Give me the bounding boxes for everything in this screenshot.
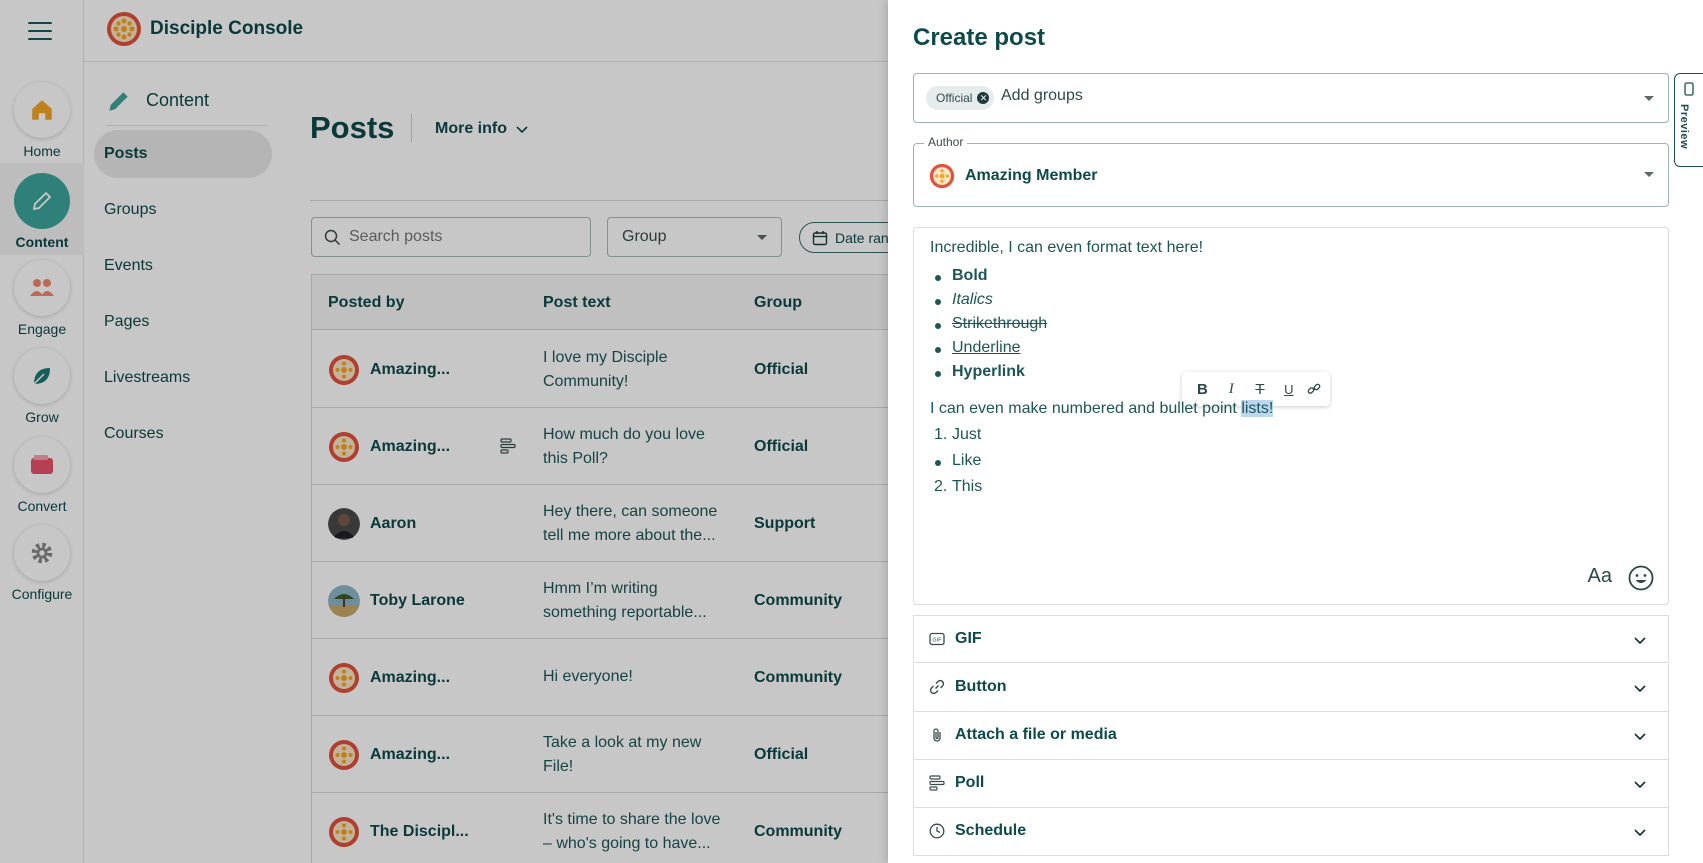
gif-section[interactable]: GIF GIF	[913, 615, 1669, 663]
svg-text:GIF: GIF	[932, 638, 942, 644]
chevron-down-icon	[1634, 685, 1646, 693]
editor-bullet-underline: Underline	[934, 339, 1021, 356]
chevron-down-icon	[1634, 733, 1646, 741]
gif-icon: GIF	[929, 632, 945, 646]
section-label: Attach a file or media	[955, 726, 1117, 743]
strikethrough-button[interactable]: T	[1249, 381, 1271, 398]
underline-button[interactable]: U	[1278, 382, 1300, 397]
chevron-down-icon	[1634, 829, 1646, 837]
list-number: 1.	[934, 426, 948, 443]
groups-placeholder: Add groups	[1001, 87, 1083, 104]
editor-numbered-item: Just	[952, 426, 982, 443]
create-post-drawer: Create post Official ✕ Add groups Author…	[888, 0, 1703, 863]
section-label: Schedule	[955, 822, 1027, 839]
preview-tab[interactable]: Preview	[1674, 73, 1703, 167]
section-label: GIF	[955, 630, 982, 647]
poll-icon	[929, 775, 945, 791]
poll-section[interactable]: Poll	[913, 760, 1669, 808]
editor-paragraph: Incredible, I can even format text here!	[930, 239, 1204, 256]
chip-remove-icon[interactable]: ✕	[977, 92, 990, 104]
emoji-icon[interactable]	[1628, 565, 1654, 591]
avatar	[929, 163, 955, 189]
groups-select[interactable]: Official ✕ Add groups	[913, 73, 1669, 123]
modal-backdrop[interactable]	[0, 0, 888, 863]
editor-text: I can even make numbered and bullet poin…	[930, 400, 1242, 417]
selected-text: lists!	[1241, 400, 1274, 417]
link-icon	[929, 679, 945, 695]
author-label: Author	[924, 135, 968, 149]
preview-label: Preview	[1678, 104, 1690, 150]
button-section[interactable]: Button	[913, 664, 1669, 712]
author-select[interactable]: Author Amazing Member	[913, 135, 1669, 207]
caret-down-icon[interactable]	[1644, 172, 1654, 177]
list-number: 2.	[934, 478, 948, 495]
clock-icon	[929, 823, 945, 839]
attach-section[interactable]: Attach a file or media	[913, 712, 1669, 760]
text-style-button[interactable]: Aa	[1588, 565, 1612, 588]
link-icon[interactable]	[1307, 382, 1321, 396]
schedule-section[interactable]: Schedule	[913, 808, 1669, 856]
drawer-title: Create post	[913, 24, 1046, 51]
editor-numbered-item: This	[952, 478, 983, 495]
group-chip-label: Official	[936, 91, 973, 105]
editor-paragraph: I can even make numbered and bullet poin…	[930, 400, 1274, 418]
editor-bullet-item: Like	[934, 452, 982, 469]
author-name: Amazing Member	[965, 167, 1098, 184]
chevron-down-icon	[1634, 637, 1646, 645]
bold-button[interactable]: B	[1191, 381, 1213, 398]
editor-bullet-hyperlink[interactable]: Hyperlink	[935, 363, 1025, 381]
section-label: Poll	[955, 774, 985, 791]
group-chip: Official ✕	[926, 86, 995, 110]
section-label: Button	[955, 678, 1007, 695]
editor-bullet-italics: Italics	[935, 291, 993, 308]
phone-icon	[1684, 82, 1694, 96]
post-text-editor[interactable]: Incredible, I can even format text here!…	[913, 227, 1669, 605]
editor-bullet-strikethrough: Strikethrough	[934, 315, 1048, 332]
editor-bullet-bold: Bold	[935, 267, 988, 284]
caret-down-icon[interactable]	[1644, 96, 1654, 101]
chevron-down-icon	[1634, 781, 1646, 789]
italic-button[interactable]: I	[1220, 381, 1242, 398]
paperclip-icon	[933, 728, 941, 742]
